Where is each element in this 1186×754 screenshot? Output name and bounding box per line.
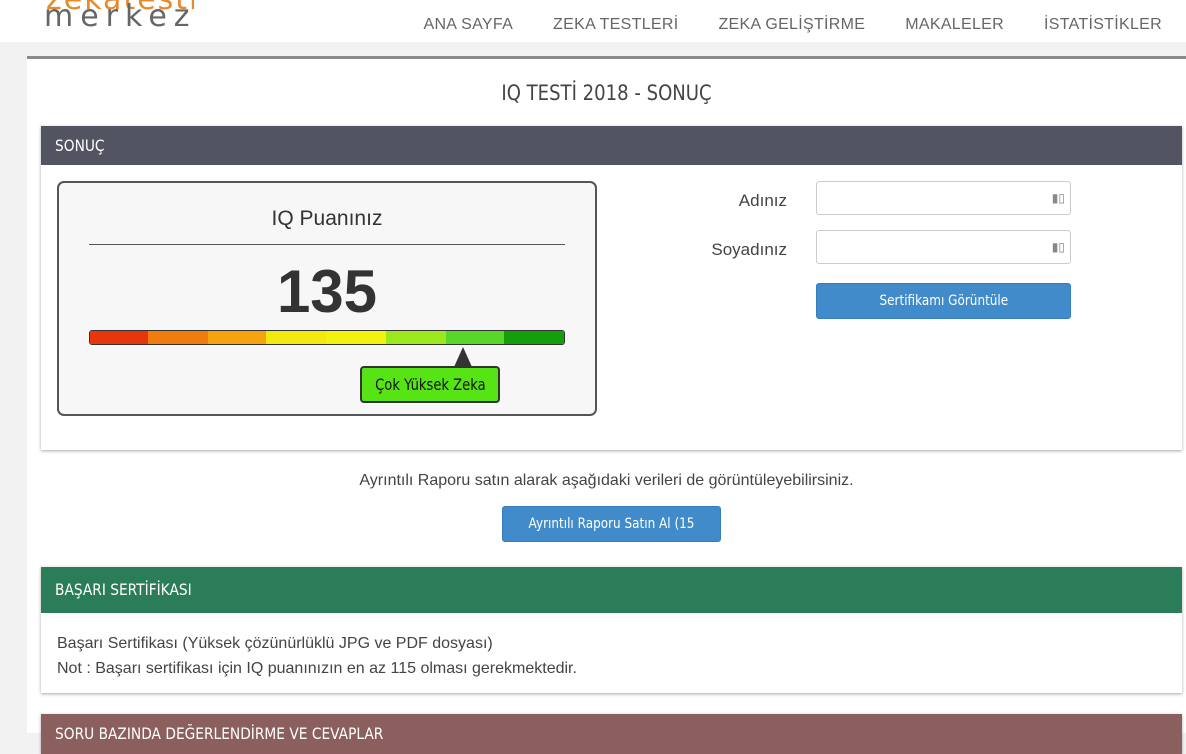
report-info-text: Ayrıntılı Raporu satın alarak aşağıdaki …: [359, 472, 854, 489]
scale-segment-3: [208, 331, 266, 344]
keyboard-icon: ▮▯: [1051, 191, 1065, 205]
buy-report-label: Ayrıntılı Raporu Satın Al (15 TL): [528, 516, 695, 566]
evaluation-panel-title: SORU BAZINDA DEĞERLENDİRME VE CEVAPLAR: [55, 724, 384, 743]
main-content: IQ TESTİ 2018 - SONUÇ SONUÇ IQ Puanınız …: [27, 56, 1186, 754]
evaluation-panel-header: SORU BAZINDA DEĞERLENDİRME VE CEVAPLAR: [41, 714, 1182, 754]
top-bar: zekatesti merkezi ANA SAYFA ZEKA TESTLER…: [0, 0, 1186, 42]
iq-score-box: IQ Puanınız 135 Çok Yüksek Zeka: [57, 181, 597, 416]
certificate-panel-body: Başarı Sertifikası (Yüksek çözünürlüklü …: [41, 613, 1182, 681]
nav-statistics[interactable]: İSTATİSTİKLER: [1044, 16, 1162, 34]
nav-home[interactable]: ANA SAYFA: [423, 16, 513, 34]
first-name-input[interactable]: ▮▯: [816, 181, 1071, 215]
nav-articles[interactable]: MAKALELER: [905, 16, 1004, 34]
category-badge: Çok Yüksek Zeka: [360, 366, 500, 403]
scale-segment-8: [504, 331, 564, 344]
scale-segment-5: [326, 331, 386, 344]
score-label: IQ Puanınız: [271, 207, 383, 230]
result-panel: SONUÇ IQ Puanınız 135 Çok Yüksek Zeka Ad…: [41, 126, 1182, 450]
scale-segment-4: [266, 331, 326, 344]
keyboard-icon: ▮▯: [1051, 240, 1065, 254]
certificate-line-2: Not : Başarı sertifikası için IQ puanını…: [57, 660, 577, 677]
certificate-panel-title: BAŞARI SERTİFİKASI: [55, 580, 192, 599]
certificate-panel-header: BAŞARI SERTİFİKASI: [41, 567, 1182, 613]
site-logo[interactable]: zekatesti merkezi: [44, 0, 194, 42]
main-nav: ANA SAYFA ZEKA TESTLERİ ZEKA GELİŞTİRME …: [423, 16, 1162, 34]
certificate-panel: BAŞARI SERTİFİKASI Başarı Sertifikası (Y…: [41, 567, 1182, 693]
last-name-input[interactable]: ▮▯: [816, 230, 1071, 264]
page-title: IQ TESTİ 2018 - SONUÇ: [501, 81, 712, 105]
score-divider: [89, 244, 565, 245]
nav-iq-development[interactable]: ZEKA GELİŞTİRME: [718, 16, 865, 34]
scale-segment-2: [148, 331, 208, 344]
evaluation-panel: SORU BAZINDA DEĞERLENDİRME VE CEVAPLAR: [41, 714, 1182, 754]
view-certificate-button[interactable]: Sertifikamı Görüntüle: [816, 283, 1071, 319]
buy-report-button[interactable]: Ayrıntılı Raporu Satın Al (15 TL): [502, 506, 721, 566]
last-name-label: Soyadınız: [711, 240, 787, 259]
result-panel-header: SONUÇ: [41, 126, 1182, 165]
view-certificate-label: Sertifikamı Görüntüle: [879, 293, 1008, 309]
category-label: Çok Yüksek Zeka: [374, 375, 486, 394]
first-name-label: Adınız: [738, 191, 787, 210]
score-value: 135: [276, 258, 378, 325]
scale-segment-1: [90, 331, 148, 344]
scale-segment-7: [446, 331, 504, 344]
scale-segment-6: [386, 331, 446, 344]
result-panel-title: SONUÇ: [55, 136, 105, 155]
logo-line-2: merkezi: [44, 0, 194, 34]
certificate-line-1: Başarı Sertifikası (Yüksek çözünürlüklü …: [57, 635, 493, 652]
scale-pointer-icon: [454, 347, 473, 367]
iq-scale-bar: [89, 330, 565, 345]
nav-iq-tests[interactable]: ZEKA TESTLERİ: [553, 16, 678, 34]
